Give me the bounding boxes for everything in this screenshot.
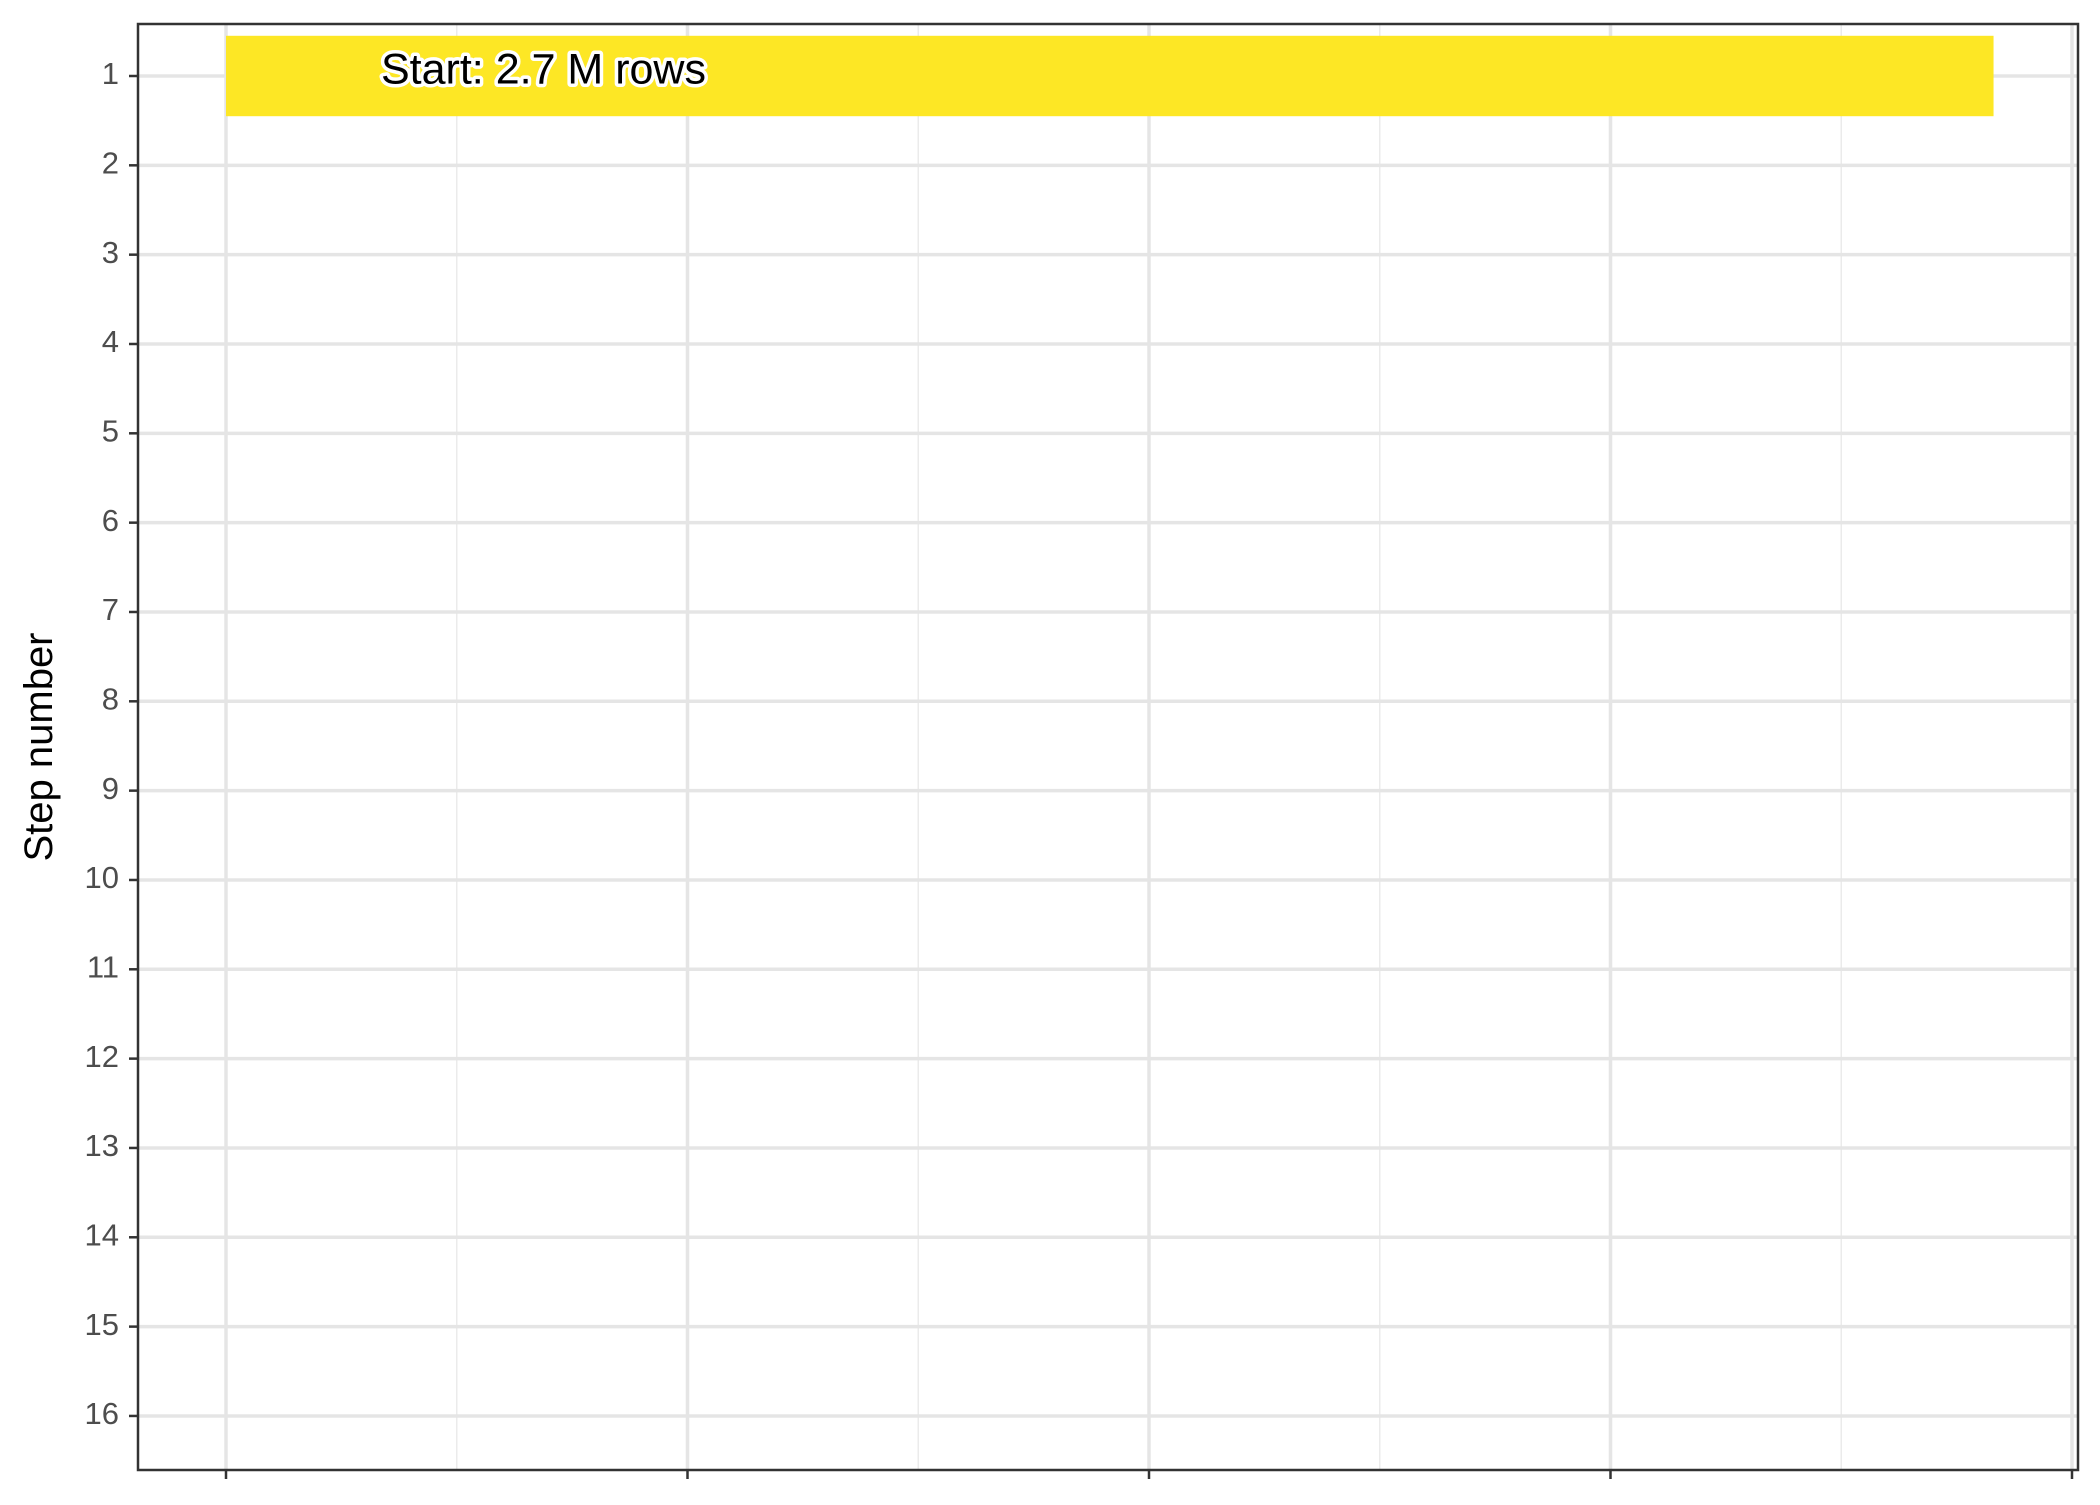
y-tick-label: 10 xyxy=(85,860,119,895)
y-tick-label: 11 xyxy=(87,949,119,984)
y-axis-label: Step number xyxy=(17,632,61,861)
y-tick-label: 6 xyxy=(102,503,119,538)
chart: Start: 2.7 M rows Start: 2.7 M rows 12345… xyxy=(0,0,2100,1500)
bar-labels: Start: 2.7 M rowsStart: 2.7 M rows xyxy=(378,42,710,97)
y-tick-label: 12 xyxy=(85,1039,119,1074)
y-tick-label: 5 xyxy=(102,414,119,449)
y-tick-label: 8 xyxy=(102,681,119,716)
y-tick-label: 3 xyxy=(102,235,119,270)
bar-label: Start: 2.7 M rows xyxy=(381,45,706,93)
y-tick-label: 4 xyxy=(102,324,119,359)
y-tick-label: 16 xyxy=(85,1396,119,1431)
chart-svg: Start: 2.7 M rowsStart: 2.7 M rows 12345… xyxy=(0,0,2100,1500)
y-tick-label: 9 xyxy=(102,771,119,806)
y-tick-label: 1 xyxy=(102,56,119,91)
y-tick-label: 2 xyxy=(102,146,119,181)
y-tick-label: 7 xyxy=(102,592,119,627)
y-tick-label: 15 xyxy=(85,1307,119,1342)
y-tick-label: 13 xyxy=(85,1128,119,1163)
y-tick-label: 14 xyxy=(85,1217,119,1252)
